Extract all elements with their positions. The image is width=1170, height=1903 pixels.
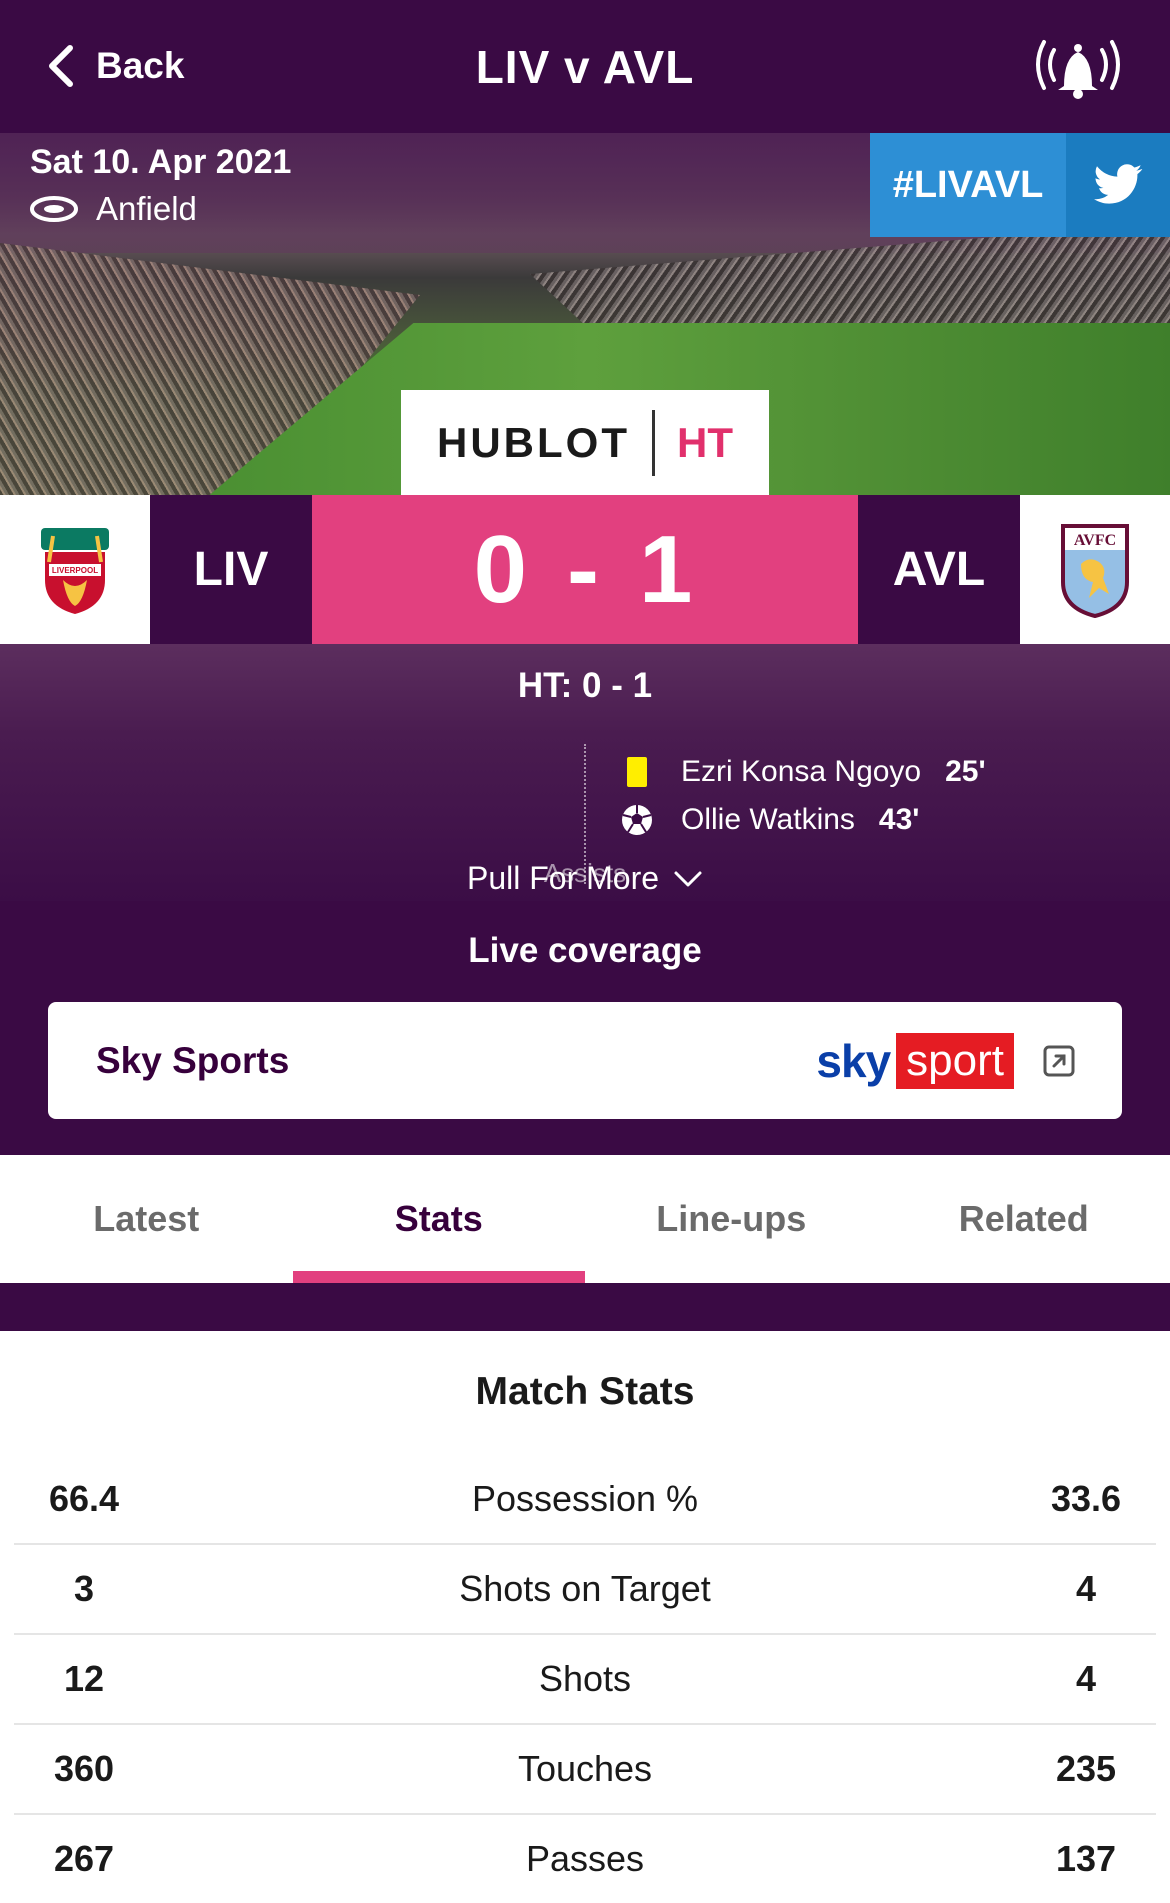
sponsor-logo: HUBLOT [437, 419, 630, 467]
broadcaster-card[interactable]: Sky Sports sky sport [48, 1002, 1122, 1119]
scoreboard: LIVERPOOL LIV 0 - 1 AVL AVFC [0, 495, 1170, 644]
venue-name: Anfield [96, 190, 197, 228]
hashtag-button[interactable]: #LIVAVL [870, 133, 1066, 237]
stat-label: Touches [154, 1748, 1016, 1790]
home-crest[interactable]: LIVERPOOL [0, 495, 150, 644]
broadcaster-name: Sky Sports [96, 1040, 816, 1082]
event-row: Ezri Konsa Ngoyo 25' [615, 750, 986, 794]
stat-label: Shots on Target [154, 1568, 1016, 1610]
stat-home-value: 3 [14, 1568, 154, 1610]
stat-away-value: 4 [1016, 1658, 1156, 1700]
match-events: HT: 0 - 1 Ezri Konsa Ngoyo 25' Ollie Wat… [0, 644, 1170, 901]
stat-home-value: 66.4 [14, 1478, 154, 1520]
sponsor-status-badge: HUBLOT HT [401, 390, 769, 495]
stat-row: 12 Shots 4 [14, 1635, 1156, 1725]
event-minute: 43' [879, 803, 920, 837]
stat-label: Possession % [154, 1478, 1016, 1520]
aston-villa-crest-icon: AVFC [1059, 522, 1131, 618]
sky-sport-logo: sky sport [816, 1033, 1014, 1089]
event-player: Ollie Watkins [681, 803, 855, 837]
pull-for-more-label: Pull For More [467, 860, 659, 897]
svg-text:AVFC: AVFC [1074, 532, 1116, 549]
stat-label: Shots [154, 1658, 1016, 1700]
stats-table: 66.4 Possession % 33.6 3 Shots on Target… [14, 1455, 1156, 1903]
live-coverage-section: Live coverage Sky Sports sky sport [0, 901, 1170, 1155]
stat-row: 267 Passes 137 [14, 1815, 1156, 1903]
home-score: 0 [474, 515, 531, 625]
venue: Anfield [30, 190, 197, 228]
tab-stats[interactable]: Stats [293, 1155, 586, 1283]
tab-bar-underlay [0, 1283, 1170, 1331]
score-separator: - [567, 515, 603, 625]
stat-away-value: 4 [1016, 1568, 1156, 1610]
stadium-icon [30, 194, 78, 224]
away-score: 1 [639, 515, 696, 625]
stat-home-value: 360 [14, 1748, 154, 1790]
score: 0 - 1 [312, 495, 858, 644]
top-bar: Back LIV v AVL [0, 0, 1170, 133]
stat-row: 66.4 Possession % 33.6 [14, 1455, 1156, 1545]
away-crest[interactable]: AVFC [1020, 495, 1170, 644]
tab-related[interactable]: Related [878, 1155, 1170, 1283]
bell-alert-icon[interactable] [1030, 28, 1126, 100]
stat-label: Passes [154, 1838, 1016, 1880]
tab-line-ups[interactable]: Line-ups [585, 1155, 878, 1283]
page-title: LIV v AVL [0, 40, 1170, 94]
match-status: HT [677, 419, 733, 467]
home-team-abbr[interactable]: LIV [150, 495, 312, 644]
external-link-icon[interactable] [1042, 1044, 1076, 1078]
away-team-abbr[interactable]: AVL [858, 495, 1020, 644]
event-row: Ollie Watkins 43' [615, 798, 919, 842]
stat-away-value: 235 [1016, 1748, 1156, 1790]
tab-bar: Latest Stats Line-ups Related [0, 1155, 1170, 1283]
stat-away-value: 33.6 [1016, 1478, 1156, 1520]
tab-latest[interactable]: Latest [0, 1155, 293, 1283]
chevron-down-icon [673, 869, 703, 889]
twitter-button[interactable] [1066, 133, 1170, 237]
stat-home-value: 267 [14, 1838, 154, 1880]
stat-row: 360 Touches 235 [14, 1725, 1156, 1815]
twitter-icon [1093, 164, 1143, 206]
yellow-card-icon [627, 757, 647, 787]
stat-home-value: 12 [14, 1658, 154, 1700]
stat-row: 3 Shots on Target 4 [14, 1545, 1156, 1635]
pull-for-more[interactable]: Pull For More [0, 860, 1170, 897]
stat-away-value: 137 [1016, 1838, 1156, 1880]
svg-text:LIVERPOOL: LIVERPOOL [52, 566, 98, 575]
live-coverage-title: Live coverage [0, 931, 1170, 971]
match-stats-title: Match Stats [0, 1370, 1170, 1414]
halftime-score: HT: 0 - 1 [0, 666, 1170, 706]
liverpool-crest-icon: LIVERPOOL [35, 522, 115, 618]
match-date: Sat 10. Apr 2021 [30, 143, 291, 182]
event-player: Ezri Konsa Ngoyo [681, 755, 921, 789]
event-minute: 25' [945, 755, 986, 789]
football-icon [620, 803, 654, 837]
